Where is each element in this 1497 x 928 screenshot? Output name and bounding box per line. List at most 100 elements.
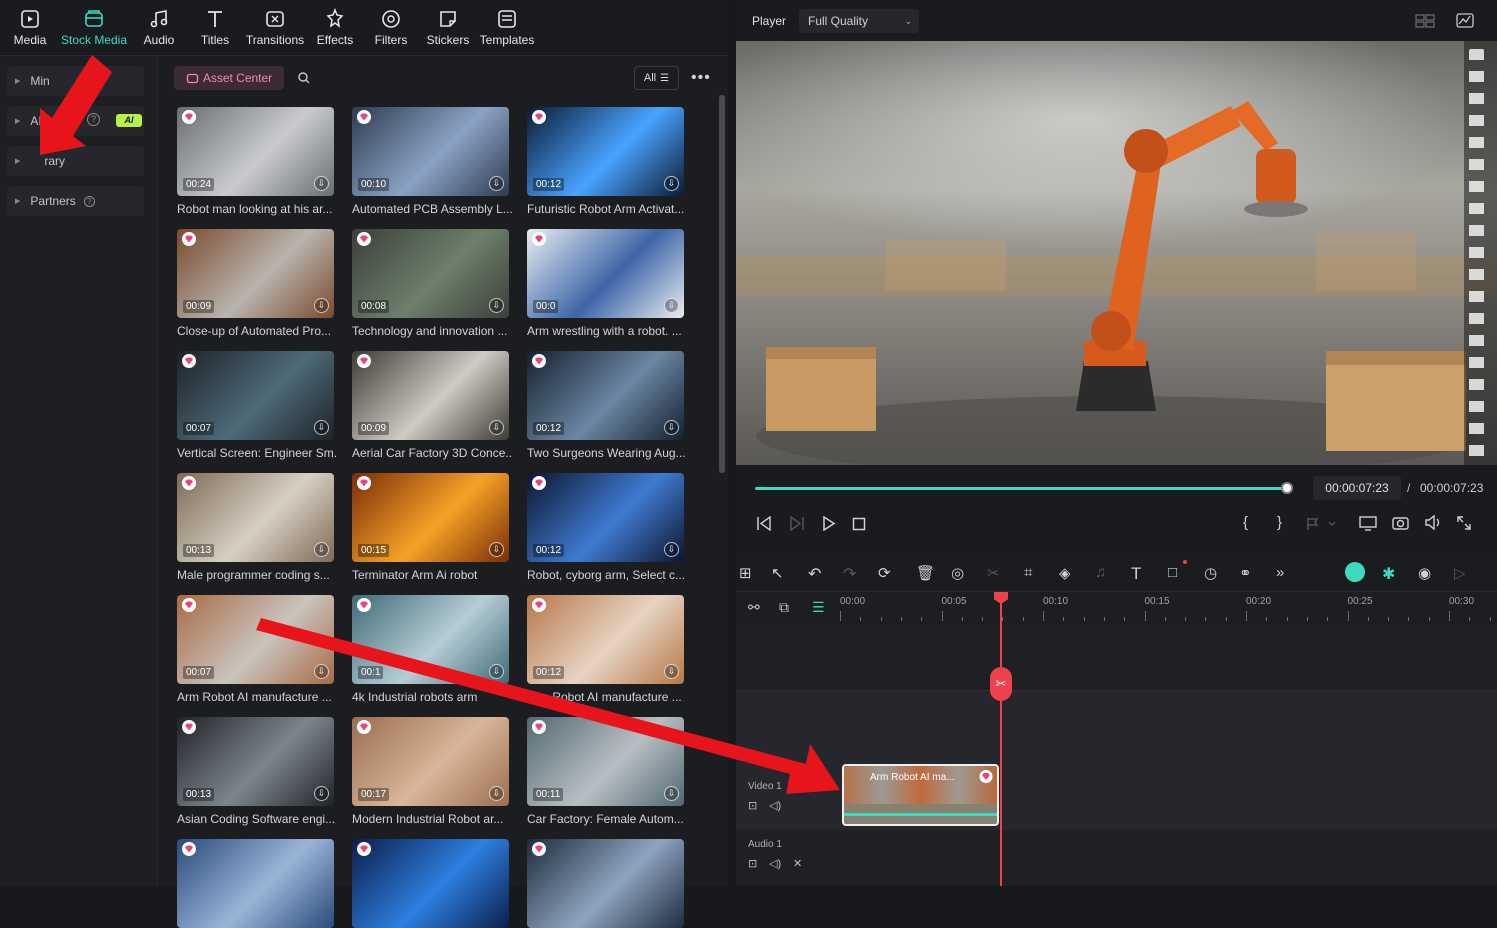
stock-thumbnail[interactable]: 00:15 ⇩ [352,473,509,562]
lock-icon[interactable]: ⊡ [748,857,757,870]
speed-icon[interactable]: ◷ [1204,564,1222,582]
shape-icon[interactable]: □ [1168,564,1186,582]
sidebar-item-ai[interactable]: ▶ AI ? AI [7,106,144,136]
stock-thumbnail[interactable]: 00:13 ⇩ [177,717,334,806]
play-icon[interactable] [822,516,836,531]
tab-audio[interactable]: Audio [140,0,178,56]
filter-dropdown[interactable]: All ☰ [634,66,679,90]
video-clip[interactable]: Arm Robot AI ma... [842,764,999,826]
stock-thumbnail[interactable]: 00:09 ⇩ [352,351,509,440]
help-icon[interactable]: ? [83,195,95,207]
stock-card[interactable]: 00:12 ⇩ Two Surgeons Wearing Aug... [527,351,686,460]
stock-thumbnail[interactable]: 00:24 ⇩ [177,107,334,196]
music-icon[interactable]: ♫ [1095,564,1113,582]
stock-card[interactable]: 00:15 ⇩ Terminator Arm Ai robot [352,473,509,582]
sidebar-item-library[interactable]: ▶ rary [7,146,144,176]
stop-icon[interactable] [852,517,866,531]
stock-card[interactable]: 00:11 ⇩ Car Factory: Female Autom... [527,717,684,826]
tab-titles[interactable]: Titles [197,0,233,56]
stock-card[interactable]: 00:07 ⇩ Vertical Screen: Engineer Sm... [177,351,337,460]
download-icon[interactable]: ⇩ [314,176,329,191]
download-icon[interactable]: ⇩ [664,420,679,435]
download-icon[interactable]: ⇩ [664,298,679,313]
waveform-monitor-icon[interactable] [1456,13,1474,28]
more-options-icon[interactable]: ••• [691,69,711,87]
stock-card[interactable]: 00:17 ⇩ Modern Industrial Robot ar... [352,717,509,826]
more-tools-icon[interactable]: » [1276,564,1294,582]
tab-effects[interactable]: Effects [315,0,355,56]
download-icon[interactable]: ⇩ [314,786,329,801]
stock-card[interactable]: 00:13 ⇩ Male programmer coding s... [177,473,334,582]
stock-card[interactable] [177,839,334,928]
current-time-display[interactable]: 00:00:07:23 [1313,476,1401,500]
color-icon[interactable]: ⚭ [1239,564,1257,582]
stock-card[interactable]: 00:24 ⇩ Robot man looking at his ar... [177,107,334,216]
split-scissors-icon[interactable]: ✂ [990,667,1012,701]
download-icon[interactable]: ⇩ [489,664,504,679]
download-icon[interactable]: ⇩ [314,298,329,313]
sidebar-item-mine[interactable]: ▶ Min [7,66,144,96]
undo-icon[interactable]: ↶ [808,564,826,583]
stock-card[interactable]: 00:13 ⇩ Asian Coding Software engi... [177,717,335,826]
stock-card[interactable]: 00:09 ⇩ Aerial Car Factory 3D Conce... [352,351,512,460]
stock-thumbnail[interactable]: 00:12 ⇩ [527,107,684,196]
mark-out-icon[interactable]: } [1277,514,1282,531]
stock-card[interactable] [352,839,509,928]
stock-card[interactable]: 00:0 ⇩ Arm wrestling with a robot. ... [527,229,684,338]
download-icon[interactable]: ⇩ [314,542,329,557]
stock-card[interactable]: 00:07 ⇩ Arm Robot AI manufacture ... [177,595,334,704]
stock-thumbnail[interactable]: 00:12 ⇩ [527,351,684,440]
tab-media[interactable]: Media [10,0,50,56]
stock-thumbnail[interactable] [527,839,684,928]
download-icon[interactable]: ⇩ [489,298,504,313]
sidebar-item-partners[interactable]: ▶ Partners ? [7,186,144,216]
stock-thumbnail[interactable]: 00:13 ⇩ [177,473,334,562]
ai-assistant-icon[interactable] [1345,562,1365,582]
stock-thumbnail[interactable]: 00:12 ⇩ [527,473,684,562]
playback-progress-track[interactable] [755,482,1293,494]
lock-icon[interactable]: ⊡ [748,799,757,812]
tab-filters[interactable]: Filters [372,0,410,56]
crop-icon[interactable]: ⌗ [1024,564,1042,582]
stock-thumbnail[interactable]: 00:07 ⇩ [177,351,334,440]
stock-card[interactable]: 00:09 ⇩ Close-up of Automated Pro... [177,229,334,338]
snapshot-icon[interactable] [1392,515,1409,530]
delete-icon[interactable]: 🗑 [916,564,935,582]
speaker-icon[interactable]: ◁) [769,799,781,812]
download-icon[interactable]: ⇩ [314,420,329,435]
help-icon[interactable]: ? [87,113,100,126]
stock-thumbnail[interactable] [352,839,509,928]
stock-thumbnail[interactable]: 00:1 ⇩ [352,595,509,684]
speaker-icon[interactable]: ◁) [769,857,781,870]
stock-thumbnail[interactable]: 00:08 ⇩ [352,229,509,318]
stock-card[interactable]: 00:12 ⇩ Futuristic Robot Arm Activat... [527,107,684,216]
stock-card[interactable]: 00:12 ⇩ Robot, cyborg arm, Select c... [527,473,685,582]
download-icon[interactable]: ⇩ [664,176,679,191]
tab-templates[interactable]: Templates [478,0,536,56]
previous-frame-icon[interactable] [756,516,772,531]
stock-card[interactable]: 00:12 ⇩ Arm Robot AI manufacture ... [527,595,684,704]
asset-center-button[interactable]: Asset Center [174,66,284,90]
stock-card[interactable]: 00:1 ⇩ 4k Industrial robots arm [352,595,509,704]
stock-thumbnail[interactable]: 00:09 ⇩ [177,229,334,318]
stock-thumbnail[interactable]: 00:12 ⇩ [527,595,684,684]
ai-edit-icon[interactable]: ⟳ [878,564,896,582]
volume-icon[interactable] [1424,515,1442,530]
select-tool-icon[interactable]: ↖ [771,564,789,582]
playback-scrubber[interactable] [1281,482,1293,494]
layout-icon[interactable]: ⊞ [739,564,757,582]
stock-thumbnail[interactable]: 00:0 ⇩ [527,229,684,318]
download-icon[interactable]: ⇩ [489,786,504,801]
download-icon[interactable]: ⇩ [664,542,679,557]
ai-sticker-icon[interactable]: ✱ [1382,564,1400,583]
stock-card[interactable]: 00:08 ⇩ Technology and innovation ... [352,229,509,338]
fullscreen-icon[interactable] [1457,516,1471,530]
tab-stickers[interactable]: Stickers [426,0,470,56]
record-icon[interactable]: ◉ [1418,564,1436,582]
group-icon[interactable]: ⧉ [779,599,789,616]
stock-card[interactable] [527,839,684,928]
quality-dropdown[interactable]: Full Quality ⌄ [799,9,919,33]
render-icon[interactable]: ▷ [1454,564,1472,582]
mask-icon[interactable]: ◈ [1059,564,1077,582]
display-icon[interactable] [1359,516,1377,531]
